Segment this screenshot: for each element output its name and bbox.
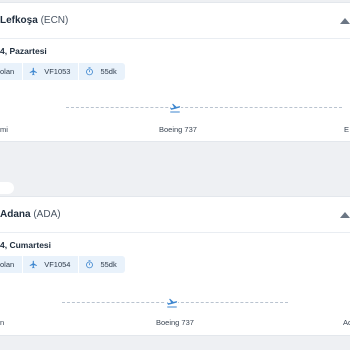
carrier-chip: olan <box>0 256 24 273</box>
route-title: Lefkoşa (ECN) <box>0 15 68 26</box>
plane-icon <box>169 103 181 113</box>
route-plane <box>169 101 181 113</box>
stopwatch-icon <box>86 67 94 76</box>
flight-duration: 55dk <box>100 67 117 76</box>
flight-card-1: Lefkoşa (ECN) 4, Pazartesi olan VF1053 5… <box>0 2 350 142</box>
route-line <box>66 107 342 108</box>
flight-card-header[interactable]: Lefkoşa (ECN) <box>0 3 350 39</box>
flight-number: VF1054 <box>44 260 71 269</box>
stopwatch-icon <box>86 260 94 269</box>
plane-icon <box>29 67 38 76</box>
destination-label: Ad <box>343 318 350 327</box>
flight-number: VF1053 <box>44 67 71 76</box>
flight-date: 4, Cumartesi <box>0 240 52 250</box>
carrier-label: olan <box>0 260 15 269</box>
ticket-notch <box>0 182 14 194</box>
plane-icon <box>166 298 178 308</box>
carrier-chip: olan <box>0 63 24 80</box>
flight-info-chips: olan VF1053 55dk <box>0 63 125 80</box>
route-code: (ECN) <box>40 15 69 26</box>
flight-duration: 55dk <box>100 260 117 269</box>
route-code: (ADA) <box>33 209 61 220</box>
flight-card-2: Adana (ADA) 4, Cumartesi olan VF1054 55d… <box>0 196 350 336</box>
plane-icon <box>29 260 38 269</box>
flight-date: 4, Pazartesi <box>0 46 47 56</box>
origin-label: n <box>0 318 5 327</box>
chevron-up-icon[interactable] <box>340 18 350 24</box>
route-title: Adana (ADA) <box>0 209 61 220</box>
route-city: Lefkoşa <box>0 15 38 26</box>
route-plane <box>166 296 178 308</box>
carrier-label: olan <box>0 67 15 76</box>
duration-chip: 55dk <box>79 256 124 273</box>
flight-card-header[interactable]: Adana (ADA) <box>0 197 350 233</box>
duration-chip: 55dk <box>79 63 124 80</box>
flight-number-chip: VF1054 <box>23 256 80 273</box>
route-city: Adana <box>0 209 31 220</box>
chevron-up-icon[interactable] <box>340 212 350 218</box>
destination-label: E <box>344 125 350 134</box>
origin-label: mi <box>0 125 8 134</box>
flight-number-chip: VF1053 <box>23 63 80 80</box>
aircraft-label: Boeing 737 <box>156 318 194 327</box>
flight-info-chips: olan VF1054 55dk <box>0 256 125 273</box>
aircraft-label: Boeing 737 <box>159 125 197 134</box>
